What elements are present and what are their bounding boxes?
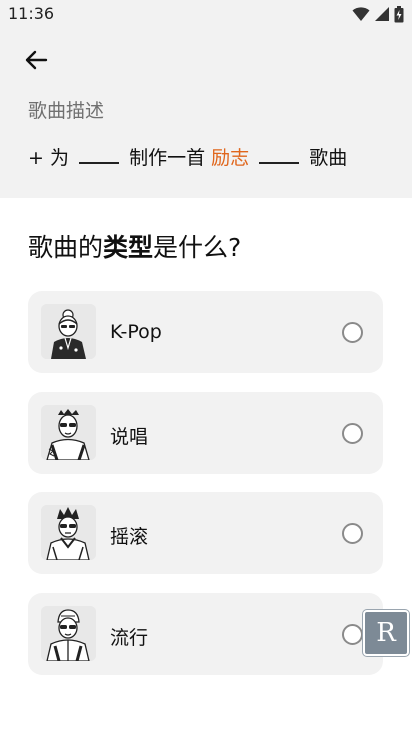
question-before: 歌曲的 — [28, 233, 104, 262]
prompt-mood-word[interactable]: 励志 — [211, 147, 249, 169]
rap-avatar-icon — [41, 405, 96, 460]
prompt-prefix: + 为 — [28, 147, 69, 169]
kpop-avatar-icon — [41, 304, 96, 359]
rock-avatar-icon — [41, 505, 96, 560]
arrow-left-icon — [25, 50, 48, 70]
song-prompt-sentence: + 为 制作一首 励志 歌曲 — [28, 143, 347, 170]
prompt-suffix: 歌曲 — [309, 147, 348, 169]
status-bar: 11:36 — [0, 0, 412, 28]
prompt-blank-recipient[interactable] — [79, 144, 120, 164]
question-after: 是什么? — [153, 233, 242, 262]
battery-icon — [394, 5, 404, 22]
status-icons — [352, 5, 404, 23]
genre-option-label: 说唱 — [110, 426, 149, 448]
genre-option-kpop[interactable]: K-Pop — [28, 291, 383, 373]
wifi-icon — [352, 7, 370, 21]
genre-option-label: K-Pop — [110, 321, 162, 343]
genre-question: 歌曲的类型是什么? — [28, 228, 241, 264]
radio-button[interactable] — [342, 523, 363, 544]
status-time: 11:36 — [8, 4, 55, 23]
radio-button[interactable] — [342, 624, 363, 645]
genre-option-rock[interactable]: 摇滚 — [28, 492, 383, 574]
question-bold: 类型 — [103, 233, 154, 262]
floating-r-badge[interactable]: R — [363, 610, 409, 656]
song-description-title: 歌曲描述 — [28, 100, 105, 122]
genre-option-label: 摇滚 — [110, 526, 149, 548]
pop-avatar-icon — [41, 606, 96, 661]
radio-button[interactable] — [342, 423, 363, 444]
back-button[interactable] — [22, 46, 50, 74]
genre-option-label: 流行 — [110, 627, 149, 649]
prompt-blank-genre[interactable] — [259, 144, 300, 164]
signal-icon — [375, 7, 389, 21]
prompt-middle: 制作一首 — [129, 147, 206, 169]
genre-option-pop[interactable]: 流行 — [28, 593, 383, 675]
genre-option-rap[interactable]: 说唱 — [28, 392, 383, 474]
radio-button[interactable] — [342, 322, 363, 343]
